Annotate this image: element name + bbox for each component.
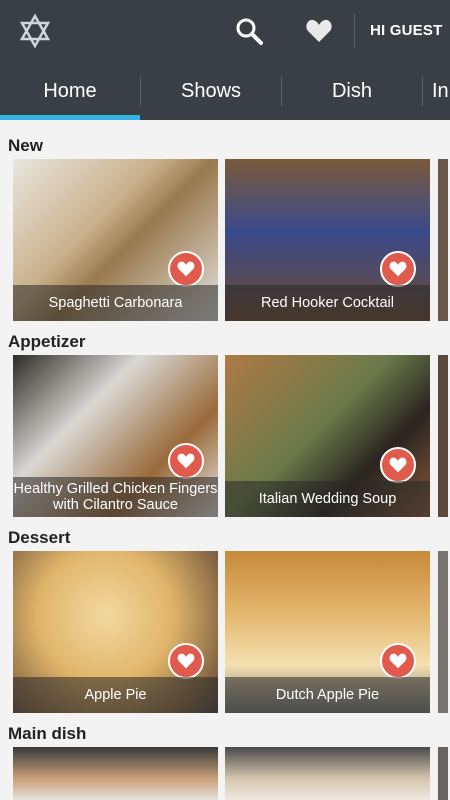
favorite-button[interactable] [168, 443, 204, 479]
next-card-peek [438, 355, 448, 517]
recipe-card[interactable]: Healthy Grilled Chicken Fingers with Cil… [13, 355, 218, 517]
favorite-button[interactable] [380, 447, 416, 483]
favorite-button[interactable] [168, 643, 204, 679]
heart-icon[interactable] [298, 10, 340, 52]
tab-dish[interactable]: Dish [282, 62, 422, 120]
active-tab-indicator [0, 115, 140, 120]
section-title-dessert: Dessert [8, 528, 71, 547]
user-greeting[interactable]: HI GUEST [370, 22, 442, 39]
favorite-button[interactable] [380, 251, 416, 287]
next-card-peek [438, 159, 448, 321]
recipe-caption: Dutch Apple Pie [225, 677, 430, 713]
tab-separator [422, 76, 423, 106]
section-title-main-dish: Main dish [8, 724, 87, 743]
star-of-david-logo[interactable] [14, 10, 56, 52]
tab-bar: Home Shows Dish In [0, 62, 450, 120]
recipe-caption: Apple Pie [13, 677, 218, 713]
tab-home[interactable]: Home [0, 62, 140, 120]
next-card-peek [438, 551, 448, 713]
tab-partial[interactable]: In [432, 62, 450, 120]
recipe-caption: Red Hooker Cocktail [225, 285, 430, 321]
favorite-button[interactable] [168, 251, 204, 287]
recipe-caption: Italian Wedding Soup [225, 481, 430, 517]
next-card-peek [438, 747, 448, 800]
section-title-appetizer: Appetizer [8, 332, 86, 351]
recipe-card[interactable] [225, 747, 430, 800]
favorite-button[interactable] [380, 643, 416, 679]
recipe-card[interactable]: Spaghetti Carbonara [13, 159, 218, 321]
recipe-card[interactable]: Italian Wedding Soup [225, 355, 430, 517]
search-icon[interactable] [228, 10, 270, 52]
recipe-card[interactable]: Red Hooker Cocktail [225, 159, 430, 321]
recipe-card[interactable]: Dutch Apple Pie [225, 551, 430, 713]
recipe-card[interactable] [13, 747, 218, 800]
tab-shows[interactable]: Shows [141, 62, 281, 120]
recipe-caption: Spaghetti Carbonara [13, 285, 218, 321]
top-bar: HI GUEST [0, 0, 450, 62]
section-title-new: New [8, 136, 43, 155]
recipe-caption: Healthy Grilled Chicken Fingers with Cil… [13, 477, 218, 517]
header-divider [354, 14, 355, 48]
recipe-card[interactable]: Apple Pie [13, 551, 218, 713]
